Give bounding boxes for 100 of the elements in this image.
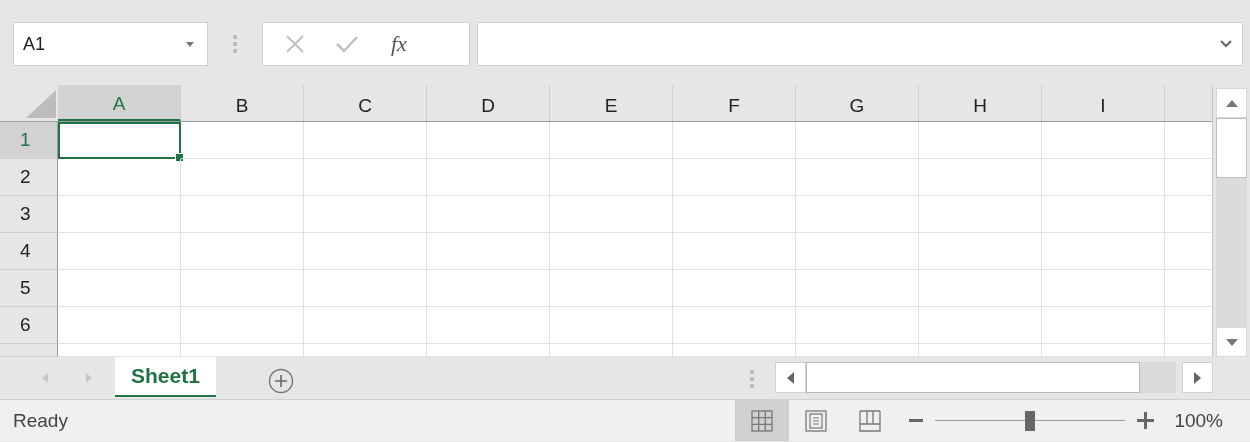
row-header[interactable]: 5	[0, 270, 58, 307]
grid-cell[interactable]	[181, 233, 304, 270]
grid-cell[interactable]	[58, 159, 181, 196]
zoom-level[interactable]: 100%	[1174, 409, 1223, 432]
grid-cell[interactable]	[796, 270, 919, 307]
grid-cell[interactable]	[427, 196, 550, 233]
cancel-icon[interactable]	[285, 34, 305, 54]
grid-cell[interactable]	[181, 196, 304, 233]
grid-cell[interactable]	[1042, 270, 1165, 307]
zoom-in-icon[interactable]	[1137, 412, 1155, 429]
grid-cell[interactable]	[550, 122, 673, 159]
column-header[interactable]: F	[673, 85, 796, 121]
grid-cell[interactable]	[1042, 344, 1165, 357]
column-header[interactable]: C	[304, 85, 427, 121]
slider-thumb[interactable]	[1025, 410, 1036, 431]
formula-input[interactable]	[477, 22, 1243, 66]
column-header[interactable]: H	[919, 85, 1042, 121]
grid-cell[interactable]	[304, 344, 427, 357]
scroll-left-button[interactable]	[775, 362, 806, 393]
add-sheet-icon[interactable]	[267, 368, 294, 394]
grid-cell[interactable]	[796, 233, 919, 270]
grid-cell[interactable]	[919, 159, 1042, 196]
grid-cell[interactable]	[181, 122, 304, 159]
grid-cell[interactable]	[919, 307, 1042, 344]
column-header[interactable]: I	[1042, 85, 1165, 121]
grid-cell[interactable]	[427, 344, 550, 357]
grip-icon[interactable]	[750, 370, 754, 388]
grid-cell[interactable]	[427, 270, 550, 307]
grid-cell[interactable]	[304, 270, 427, 307]
grid-cell[interactable]	[427, 122, 550, 159]
fill-handle[interactable]	[175, 153, 184, 162]
grid-cell[interactable]	[673, 233, 796, 270]
grid-cell[interactable]	[919, 344, 1042, 357]
grid-cell[interactable]	[550, 344, 673, 357]
grid-cell[interactable]	[919, 233, 1042, 270]
previous-sheet-icon[interactable]	[42, 373, 48, 383]
grid-cell[interactable]	[550, 159, 673, 196]
grid-cell[interactable]	[796, 122, 919, 159]
column-header[interactable]: E	[550, 85, 673, 121]
insert-function-button[interactable]: fx	[389, 31, 409, 57]
scroll-right-button[interactable]	[1182, 362, 1213, 393]
grid-cell[interactable]	[919, 270, 1042, 307]
grid-cell[interactable]	[58, 196, 181, 233]
row-header[interactable]: 2	[0, 159, 58, 196]
grid-cell[interactable]	[550, 233, 673, 270]
vertical-scrollbar[interactable]	[1213, 85, 1250, 357]
row-header[interactable]: 4	[0, 233, 58, 270]
grid-cell[interactable]	[550, 307, 673, 344]
grid-cell[interactable]	[673, 196, 796, 233]
grid-cell[interactable]	[550, 196, 673, 233]
sheet-tab[interactable]: Sheet1	[115, 357, 216, 397]
active-cell[interactable]	[58, 122, 181, 159]
grid-cell[interactable]	[919, 122, 1042, 159]
row-header[interactable]: 6	[0, 307, 58, 344]
grid-cell[interactable]	[58, 270, 181, 307]
zoom-out-icon[interactable]	[909, 418, 924, 423]
horizontal-scrollbar[interactable]	[775, 362, 1213, 393]
scroll-thumb[interactable]	[1216, 118, 1247, 178]
grid-cell[interactable]	[304, 122, 427, 159]
grid-cell[interactable]	[796, 344, 919, 357]
grid-cell[interactable]	[1042, 233, 1165, 270]
grid-cell[interactable]	[796, 196, 919, 233]
grip-icon[interactable]	[233, 35, 237, 53]
scroll-down-button[interactable]	[1216, 327, 1247, 357]
column-header[interactable]: A	[58, 85, 181, 121]
grid-cell[interactable]	[673, 159, 796, 196]
column-header[interactable]: B	[181, 85, 304, 121]
grid-cell[interactable]	[673, 270, 796, 307]
scroll-up-button[interactable]	[1216, 88, 1247, 118]
chevron-down-icon[interactable]	[1220, 40, 1232, 48]
row-header[interactable]: 1	[0, 122, 58, 159]
grid-cell[interactable]	[58, 233, 181, 270]
grid-cell[interactable]	[1042, 196, 1165, 233]
grid-cell[interactable]	[673, 307, 796, 344]
grid-cell[interactable]	[1042, 122, 1165, 159]
grid-cell[interactable]	[58, 307, 181, 344]
row-header[interactable]: 3	[0, 196, 58, 233]
grid-cell[interactable]	[427, 307, 550, 344]
zoom-slider[interactable]	[935, 408, 1126, 433]
grid-cell[interactable]	[181, 159, 304, 196]
grid-cell[interactable]	[1042, 307, 1165, 344]
row-header[interactable]	[0, 344, 58, 357]
grid-cell[interactable]	[550, 270, 673, 307]
grid-cell[interactable]	[304, 307, 427, 344]
grid-cell[interactable]	[796, 159, 919, 196]
grid-cell[interactable]	[304, 159, 427, 196]
grid-cell[interactable]	[796, 307, 919, 344]
grid-cell[interactable]	[427, 159, 550, 196]
grid-cell[interactable]	[181, 307, 304, 344]
grid-cell[interactable]	[673, 344, 796, 357]
grid-cell[interactable]	[1042, 159, 1165, 196]
grid-cell[interactable]	[304, 196, 427, 233]
grid-cell[interactable]	[427, 233, 550, 270]
column-header[interactable]: D	[427, 85, 550, 121]
column-header[interactable]: G	[796, 85, 919, 121]
grid-cell[interactable]	[919, 196, 1042, 233]
name-box[interactable]: A1	[13, 22, 208, 66]
scroll-thumb[interactable]	[806, 362, 1140, 393]
grid-cell[interactable]	[673, 122, 796, 159]
normal-view-button[interactable]	[735, 400, 790, 441]
